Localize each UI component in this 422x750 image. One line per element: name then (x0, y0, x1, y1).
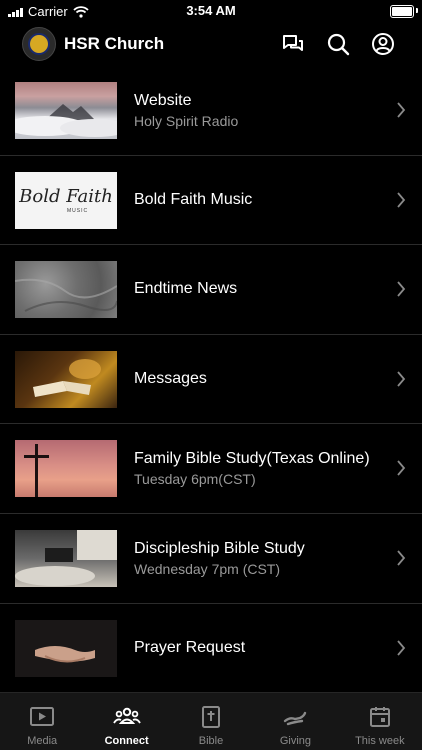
tab-label: Connect (104, 735, 149, 747)
tab-bible[interactable]: Bible (169, 693, 253, 750)
thumbnail-room-interior (15, 529, 117, 587)
search-icon[interactable] (325, 31, 351, 57)
chevron-right-icon (397, 550, 406, 566)
list-item-bold-faith-music[interactable]: Bold Faith MUSIC Bold Faith Music (0, 156, 422, 246)
bold-faith-logo-subtext: MUSIC (67, 207, 89, 214)
list-item-messages[interactable]: Messages (0, 335, 422, 425)
church-logo (22, 27, 56, 61)
chat-icon[interactable] (280, 31, 306, 57)
chevron-right-icon (397, 460, 406, 476)
item-subtitle: Wednesday 7pm (CST) (134, 560, 281, 577)
status-bar: Carrier 3:54 AM (0, 0, 422, 22)
chevron-right-icon (397, 371, 406, 387)
group-icon (112, 707, 141, 724)
row-text: Discipleship Bible Study Wednesday 7pm (… (134, 514, 382, 603)
thumbnail-cross-sunset (15, 440, 117, 498)
row-text: Website Holy Spirit Radio (134, 66, 382, 155)
bible-icon (202, 706, 221, 728)
item-title: Discipleship Bible Study (134, 539, 305, 557)
thumbnail-stone-texture (15, 261, 117, 319)
list-item-discipleship-bible-study[interactable]: Discipleship Bible Study Wednesday 7pm (… (0, 514, 422, 604)
tab-connect[interactable]: Connect (84, 693, 168, 750)
app-header: HSR Church (0, 24, 422, 66)
item-title: Website (134, 91, 192, 109)
chevron-right-icon (397, 281, 406, 297)
item-title: Endtime News (134, 280, 238, 298)
tab-this-week[interactable]: This week (338, 693, 422, 750)
thumbnail-praying-hands (15, 619, 117, 677)
calendar-icon (369, 707, 390, 727)
profile-icon[interactable] (370, 31, 396, 57)
row-text: Prayer Request (134, 604, 382, 693)
connect-list: Website Holy Spirit Radio Bold Faith MUS… (0, 66, 422, 694)
tab-bar: Media Connect Bible Giving This week (0, 692, 422, 750)
tab-label: This week (355, 735, 405, 747)
row-text: Endtime News (134, 245, 382, 334)
item-title: Messages (134, 370, 207, 388)
list-item-prayer-request[interactable]: Prayer Request (0, 604, 422, 694)
play-icon (30, 707, 55, 726)
row-text: Family Bible Study(Texas Online) Tuesday… (134, 424, 382, 513)
chevron-right-icon (397, 639, 406, 656)
item-subtitle: Tuesday 6pm(CST) (134, 471, 256, 488)
giving-icon (284, 711, 307, 726)
list-item-family-bible-study[interactable]: Family Bible Study(Texas Online) Tuesday… (0, 424, 422, 514)
item-title: Prayer Request (134, 638, 246, 656)
tab-giving[interactable]: Giving (253, 693, 337, 750)
list-item-endtime-news[interactable]: Endtime News (0, 245, 422, 335)
bold-faith-logo-text: Bold Faith (19, 185, 113, 207)
thumbnail-bold-faith-logo: Bold Faith MUSIC (15, 171, 117, 229)
item-title: Bold Faith Music (134, 190, 253, 208)
list-item-website[interactable]: Website Holy Spirit Radio (0, 66, 422, 156)
tab-media[interactable]: Media (0, 693, 84, 750)
row-text: Bold Faith Music (134, 156, 382, 245)
app-title: HSR Church (64, 34, 165, 53)
chevron-right-icon (397, 192, 406, 208)
tab-label: Giving (279, 735, 312, 747)
thumbnail-open-bible (15, 350, 117, 408)
item-subtitle: Holy Spirit Radio (134, 112, 239, 129)
battery-icon (390, 5, 414, 18)
thumbnail-clouds (15, 82, 117, 139)
item-title: Family Bible Study(Texas Online) (134, 450, 370, 468)
tab-label: Media (27, 735, 58, 747)
chevron-right-icon (397, 102, 406, 118)
battery-nub (416, 8, 418, 13)
row-text: Messages (134, 335, 382, 424)
status-time: 3:54 AM (186, 3, 236, 18)
tab-label: Bible (198, 735, 224, 747)
